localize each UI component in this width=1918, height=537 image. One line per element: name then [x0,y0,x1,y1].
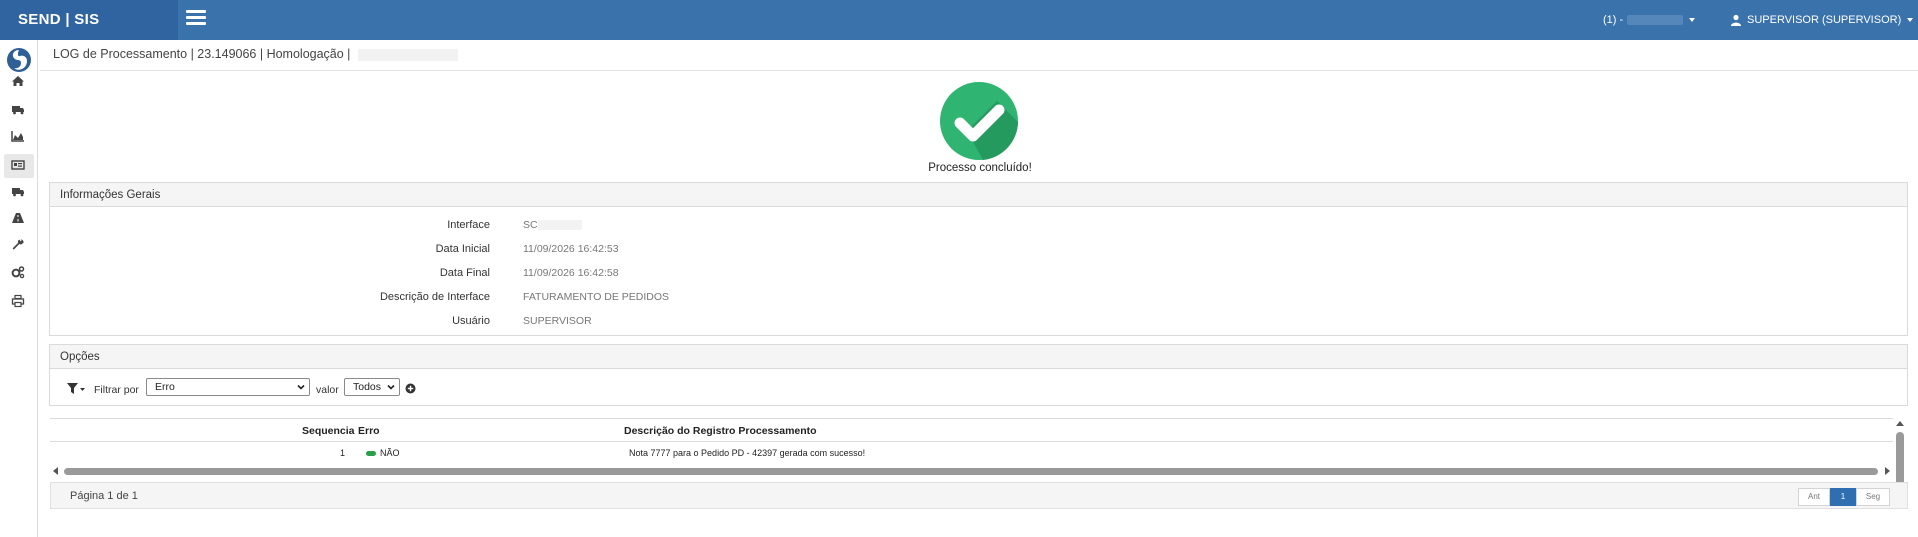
info-label: Interface [447,219,490,231]
info-value: 11/09/2026 16:42:58 [523,267,619,279]
sidebar-item-road[interactable] [11,211,27,227]
filter-field-select[interactable]: Erro [146,378,310,396]
pager-next-button[interactable]: Seg [1856,488,1890,506]
cell-erro: NÃO [366,442,400,464]
truck-icon [12,188,24,197]
cell-sequencia: 1 [340,448,346,458]
filter-value-select[interactable]: Todos [344,378,400,396]
company-label: (1) - [1603,14,1624,26]
info-label: Usuário [452,315,490,327]
info-value: SC [523,219,582,231]
info-label: Data Final [439,267,490,279]
logo-icon[interactable] [6,47,32,73]
company-name-redacted [1627,15,1684,26]
column-header-sequencia[interactable]: Sequencia [302,419,355,443]
scroll-up-icon[interactable] [1896,421,1904,426]
options-panel: Opções Filtrar por Erro valor Todos [49,344,1908,406]
sidebar [0,40,38,537]
sidebar-item-transport[interactable] [11,184,27,200]
wrench-icon [12,239,24,250]
company-selector[interactable]: (1) - [1603,0,1696,40]
info-label: Data Inicial [435,243,490,255]
sidebar-item-home[interactable] [11,74,27,90]
breadcrumb-divider [40,70,1918,71]
road-icon [12,213,24,223]
cell-erro-text: NÃO [380,448,400,458]
grid-header: Sequencia Erro Descrição do Registro Pro… [50,418,1893,442]
status-message: Processo concluído! [928,162,1032,174]
truck-icon [12,106,24,115]
table-row[interactable]: 1 NÃO Nota 7777 para o Pedido PD - 42397… [50,442,1893,464]
sidebar-item-log[interactable] [4,154,34,178]
pager-status: Página 1 de 1 [70,490,138,502]
breadcrumb: LOG de Processamento | 23.149066 | Homol… [53,47,459,61]
filter-field-value: Erro [155,381,175,393]
breadcrumb-text: LOG de Processamento | 23.149066 | Homol… [53,47,351,61]
user-menu[interactable]: SUPERVISOR (SUPERVISOR) [1730,0,1914,40]
info-value-text: SC [523,219,538,231]
info-value: SUPERVISOR [523,315,592,327]
id-card-icon [11,160,25,170]
area-chart-icon [11,131,24,142]
pager: Página 1 de 1 Ant 1 Seg [50,482,1908,509]
info-value-redacted [537,220,582,231]
filter-label: Filtrar por [94,384,139,396]
sidebar-item-truck[interactable] [11,102,27,118]
success-check-icon [940,82,1018,160]
sidebar-item-charts[interactable] [11,129,27,145]
user-label: SUPERVISOR (SUPERVISOR) [1747,14,1902,26]
pager-page-button[interactable]: 1 [1830,488,1856,506]
sidebar-item-tools[interactable] [11,238,27,254]
print-icon [11,294,25,308]
column-header-erro[interactable]: Erro [358,419,380,443]
options-panel-title: Opções [50,345,1907,369]
top-bar: SEND | SIS (1) - SUPERVISOR (SUPERVISOR) [0,0,1918,40]
sidebar-item-settings[interactable] [11,265,27,281]
horizontal-scrollbar[interactable] [50,466,1893,476]
menu-toggle-icon[interactable] [186,10,206,28]
info-label: Descrição de Interface [379,291,490,303]
pager-prev-button[interactable]: Ant [1798,488,1830,506]
filter-icon[interactable] [66,382,86,396]
info-panel-title: Informações Gerais [50,183,1907,207]
chevron-down-icon [387,384,395,390]
user-icon [1731,14,1741,27]
scroll-right-icon[interactable] [1885,467,1890,475]
add-filter-icon[interactable] [405,383,416,394]
info-value: FATURAMENTO DE PEDIDOS [523,291,670,303]
info-value: 11/09/2026 16:42:53 [523,243,619,255]
info-panel: Informações Gerais Interface SC Data Ini… [49,182,1908,336]
chevron-down-icon [297,384,305,390]
filter-value-value: Todos [353,381,382,393]
app-brand[interactable]: SEND | SIS [0,0,178,40]
caret-down-icon [1907,18,1914,23]
status-badge [366,451,376,457]
sidebar-item-print[interactable] [11,294,27,310]
valor-label: valor [316,384,339,396]
home-icon [12,76,24,86]
scroll-left-icon[interactable] [53,467,58,475]
column-header-descricao[interactable]: Descrição do Registro Processamento [624,419,817,443]
breadcrumb-redacted [358,48,459,61]
horizontal-scroll-thumb[interactable] [64,468,1878,475]
caret-down-icon [1689,18,1696,23]
gears-icon [11,266,25,279]
cell-descricao: Nota 7777 para o Pedido PD - 42397 gerad… [629,448,866,458]
